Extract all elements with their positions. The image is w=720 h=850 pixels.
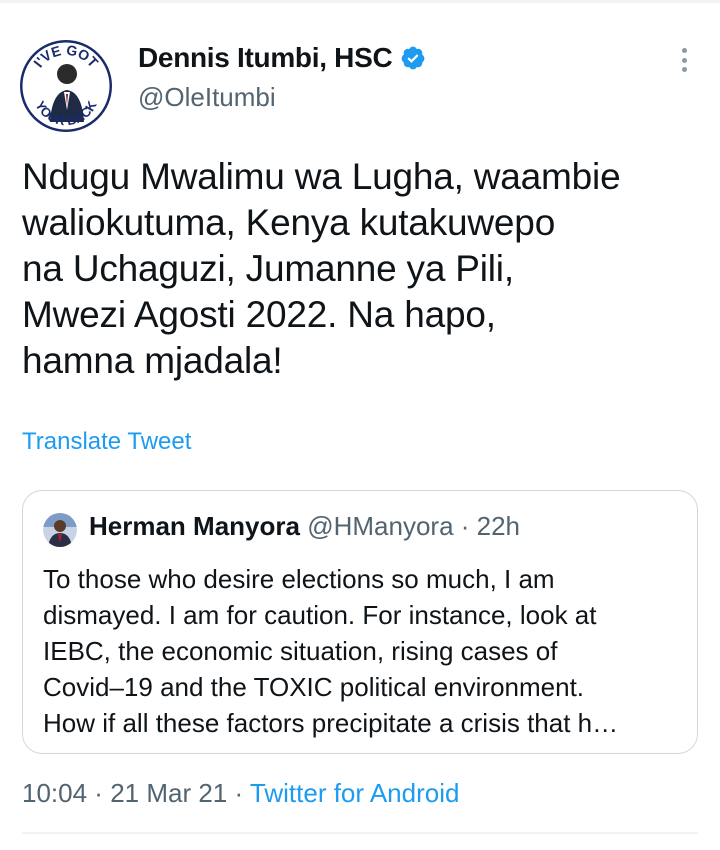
tweet-time[interactable]: 10:04 bbox=[22, 778, 87, 808]
more-options-icon[interactable] bbox=[676, 44, 692, 76]
footer-separator: · bbox=[227, 778, 250, 808]
quoted-time: 22h bbox=[476, 511, 521, 541]
translate-tweet-link[interactable]: Translate Tweet bbox=[22, 428, 191, 456]
author-name-row[interactable]: Dennis Itumbi, HSC bbox=[138, 38, 426, 78]
more-dot-icon bbox=[681, 67, 687, 72]
quoted-tweet-card[interactable]: Herman Manyora @HManyora · 22h To those … bbox=[22, 490, 698, 754]
tweet-date[interactable]: 21 Mar 21 bbox=[110, 778, 227, 808]
quoted-tweet-header: Herman Manyora @HManyora · 22h bbox=[89, 511, 520, 542]
more-dot-icon bbox=[681, 57, 687, 63]
footer-separator: · bbox=[87, 778, 111, 808]
quoted-separator: · bbox=[453, 511, 477, 541]
author-avatar[interactable]: I'VE GOT YOUR BACK bbox=[20, 40, 112, 132]
bottom-divider bbox=[22, 832, 698, 834]
tweet-footer: 10:04 · 21 Mar 21 · Twitter for Android bbox=[22, 778, 459, 809]
tweet-source-app[interactable]: Twitter for Android bbox=[250, 778, 460, 808]
quoted-tweet-text: To those who desire elections so much, I… bbox=[43, 564, 619, 738]
quoted-author-avatar bbox=[43, 513, 77, 547]
tweet-text: Ndugu Mwalimu wa Lugha, waambie waliokut… bbox=[22, 156, 621, 381]
author-display-name[interactable]: Dennis Itumbi, HSC bbox=[138, 42, 393, 74]
quoted-author-handle: @HManyora bbox=[307, 511, 454, 541]
verified-badge-icon bbox=[402, 46, 425, 70]
quoted-author-name: Herman Manyora bbox=[89, 511, 300, 541]
more-dot-icon bbox=[681, 48, 687, 53]
top-border bbox=[0, 0, 720, 3]
author-handle[interactable]: @OleItumbi bbox=[138, 82, 276, 113]
